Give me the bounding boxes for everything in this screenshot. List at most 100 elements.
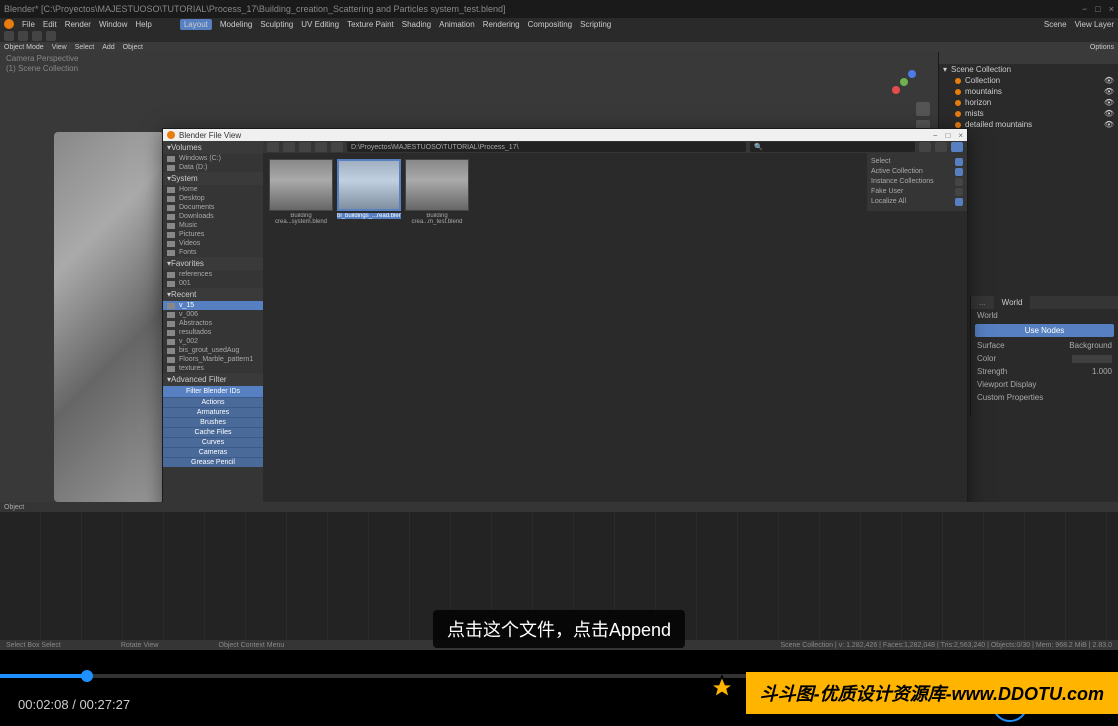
recent-item[interactable]: bis_grout_usedAug [163, 346, 263, 355]
new-folder-button[interactable] [331, 142, 343, 152]
minimize-icon[interactable]: − [933, 131, 938, 140]
instance-collections-checkbox[interactable] [955, 178, 963, 186]
workspace-layout[interactable]: Layout [180, 19, 212, 30]
favorite-item[interactable]: references [163, 270, 263, 279]
system-downloads[interactable]: Downloads [163, 212, 263, 221]
maximize-icon[interactable]: □ [945, 131, 950, 140]
gizmo-z-axis[interactable] [908, 70, 916, 78]
workspace-modeling[interactable]: Modeling [220, 20, 252, 29]
minimize-icon[interactable]: − [1082, 4, 1087, 14]
file-item-selected[interactable]: bl_buildings_...read.blend [337, 159, 401, 219]
menu-file[interactable]: File [22, 20, 35, 29]
system-music[interactable]: Music [163, 221, 263, 230]
header-add[interactable]: Add [102, 44, 114, 51]
fake-user-checkbox[interactable] [955, 188, 963, 196]
recent-item[interactable]: resultados [163, 328, 263, 337]
close-icon[interactable]: × [1109, 4, 1114, 14]
filter-armatures[interactable]: Armatures [163, 407, 263, 417]
menu-render[interactable]: Render [65, 20, 91, 29]
filter-actions[interactable]: Actions [163, 397, 263, 407]
scene-dropdown[interactable]: Scene [1044, 20, 1067, 29]
system-pictures[interactable]: Pictures [163, 230, 263, 239]
nav-up-button[interactable] [299, 142, 311, 152]
volume-item[interactable]: Windows (C:) [163, 154, 263, 163]
settings-button[interactable] [951, 142, 963, 152]
move-tool-icon[interactable] [32, 31, 42, 41]
custom-properties-section[interactable]: Custom Properties [977, 393, 1043, 402]
mode-select[interactable]: Object Mode [4, 44, 44, 51]
filter-cameras[interactable]: Cameras [163, 447, 263, 457]
filter-cache-files[interactable]: Cache Files [163, 427, 263, 437]
file-grid[interactable]: Building crea...system.blend bl_building… [263, 153, 967, 535]
filter-brushes[interactable]: Brushes [163, 417, 263, 427]
filter-button[interactable] [935, 142, 947, 152]
workspace-rendering[interactable]: Rendering [483, 20, 520, 29]
timeline-object-dropdown[interactable]: Object [4, 504, 24, 511]
viewport-gizmo[interactable] [892, 66, 924, 98]
recent-header[interactable]: ▾ Recent [163, 288, 263, 301]
header-view[interactable]: View [52, 44, 67, 51]
color-swatch[interactable] [1072, 355, 1112, 363]
view-layer-dropdown[interactable]: View Layer [1075, 20, 1114, 29]
rotate-tool-icon[interactable] [46, 31, 56, 41]
recent-item[interactable]: v_006 [163, 310, 263, 319]
header-select[interactable]: Select [75, 44, 94, 51]
outliner-item[interactable]: horizon 👁 [939, 97, 1118, 108]
workspace-shading[interactable]: Shading [402, 20, 431, 29]
strength-value[interactable]: 1.000 [1092, 367, 1112, 376]
recent-item[interactable]: v_15 [163, 301, 263, 310]
progress-thumb[interactable] [81, 670, 93, 682]
display-mode-button[interactable] [919, 142, 931, 152]
outliner-item[interactable]: mists 👁 [939, 108, 1118, 119]
favorite-item[interactable]: 001 [163, 279, 263, 288]
viewport-display-section[interactable]: Viewport Display [977, 380, 1036, 389]
workspace-compositing[interactable]: Compositing [528, 20, 572, 29]
menu-window[interactable]: Window [99, 20, 127, 29]
recent-item[interactable]: v_002 [163, 337, 263, 346]
maximize-icon[interactable]: □ [1095, 4, 1100, 14]
system-documents[interactable]: Documents [163, 203, 263, 212]
cursor-tool-icon[interactable] [4, 31, 14, 41]
recent-item[interactable]: Abstractos [163, 319, 263, 328]
favorites-header[interactable]: ▾ Favorites [163, 257, 263, 270]
outliner-item[interactable]: mountains 👁 [939, 86, 1118, 97]
volume-item[interactable]: Data (D:) [163, 163, 263, 172]
file-item[interactable]: Building crea...system.blend [269, 159, 333, 225]
gizmo-y-axis[interactable] [900, 78, 908, 86]
use-nodes-button[interactable]: Use Nodes [975, 324, 1114, 337]
outliner-item[interactable]: Collection 👁 [939, 75, 1118, 86]
properties-tab[interactable]: ... [971, 296, 994, 309]
system-fonts[interactable]: Fonts [163, 248, 263, 257]
nav-back-button[interactable] [267, 142, 279, 152]
localize-all-checkbox[interactable] [955, 198, 963, 206]
volumes-header[interactable]: ▾ Volumes [163, 141, 263, 154]
workspace-animation[interactable]: Animation [439, 20, 475, 29]
select-checkbox[interactable] [955, 158, 963, 166]
workspace-texture-paint[interactable]: Texture Paint [347, 20, 394, 29]
close-icon[interactable]: × [958, 131, 963, 140]
zoom-icon[interactable] [916, 102, 930, 116]
system-desktop[interactable]: Desktop [163, 194, 263, 203]
select-tool-icon[interactable] [18, 31, 28, 41]
outliner-scene-collection[interactable]: ▾ Scene Collection [939, 64, 1118, 75]
recent-item[interactable]: Floors_Marble_pattern1 [163, 355, 263, 364]
nav-forward-button[interactable] [283, 142, 295, 152]
menu-help[interactable]: Help [135, 20, 151, 29]
nav-refresh-button[interactable] [315, 142, 327, 152]
system-videos[interactable]: Videos [163, 239, 263, 248]
workspace-uv-editing[interactable]: UV Editing [301, 20, 339, 29]
advanced-filter-header[interactable]: ▾ Advanced Filter [163, 373, 263, 386]
system-header[interactable]: ▾ System [163, 172, 263, 185]
gizmo-x-axis[interactable] [892, 86, 900, 94]
properties-tab-world[interactable]: World [994, 296, 1031, 309]
filter-grease-pencil[interactable]: Grease Pencil [163, 457, 263, 467]
world-name-field[interactable]: World [977, 311, 998, 320]
filter-curves[interactable]: Curves [163, 437, 263, 447]
filter-blender-ids[interactable]: Filter Blender IDs [163, 386, 263, 397]
recent-item[interactable]: textures [163, 364, 263, 373]
file-item[interactable]: Building crea...m_test.blend [405, 159, 469, 225]
menu-edit[interactable]: Edit [43, 20, 57, 29]
active-collection-checkbox[interactable] [955, 168, 963, 176]
system-home[interactable]: Home [163, 185, 263, 194]
header-object[interactable]: Object [123, 44, 143, 51]
